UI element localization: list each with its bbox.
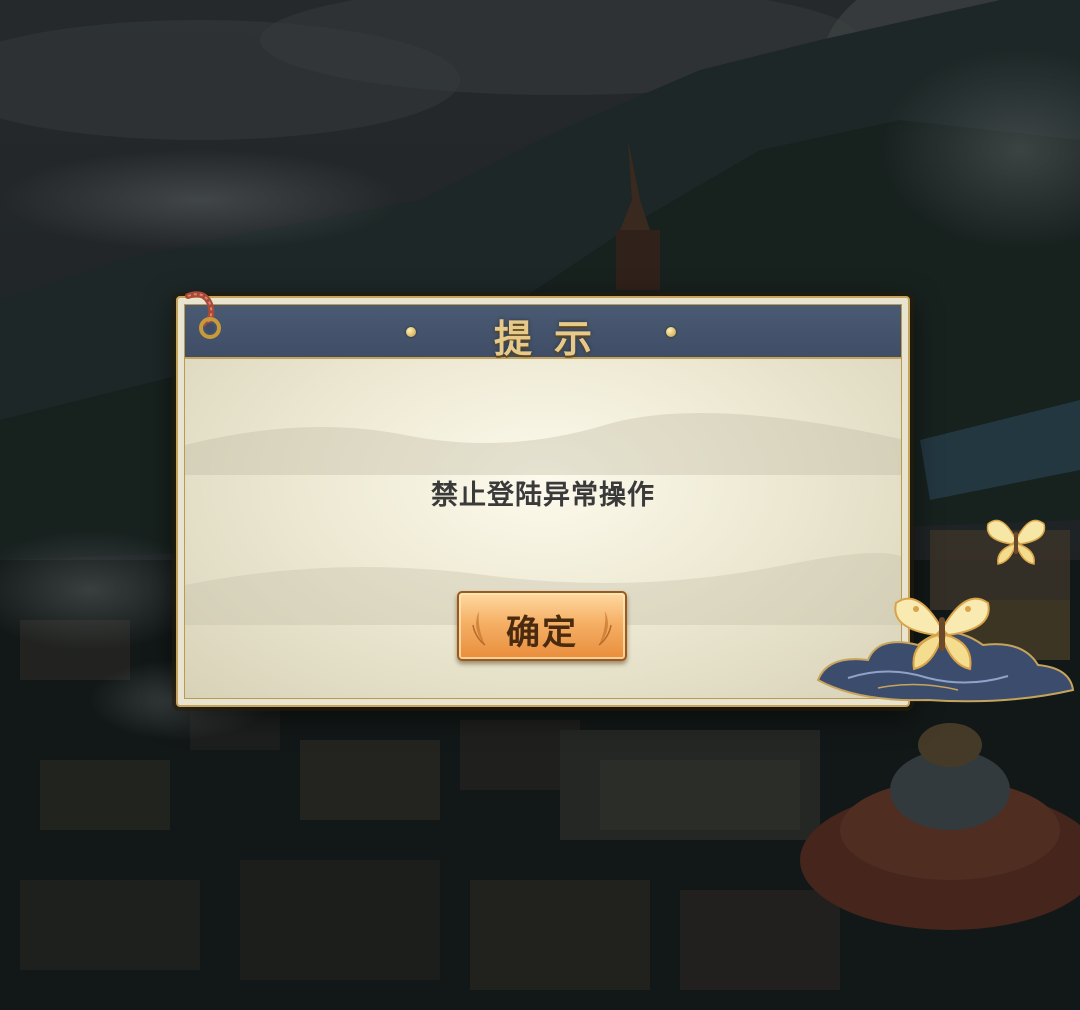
leaf-icon bbox=[598, 611, 612, 646]
confirm-button[interactable]: 确定 bbox=[457, 591, 627, 661]
butterfly-icon bbox=[986, 519, 1046, 565]
rope-icon bbox=[185, 291, 221, 339]
butterfly-icon bbox=[894, 597, 990, 671]
dialog-panel: 提示 禁止登陆异常操作 确定 bbox=[184, 304, 902, 699]
dialog-header: 提示 bbox=[185, 305, 901, 361]
header-ornament-right-icon bbox=[666, 327, 676, 337]
dialog-message: 禁止登陆异常操作 bbox=[431, 480, 655, 511]
alert-dialog: 提示 禁止登陆异常操作 确定 bbox=[176, 296, 910, 707]
dialog-title: 提示 bbox=[493, 316, 614, 361]
